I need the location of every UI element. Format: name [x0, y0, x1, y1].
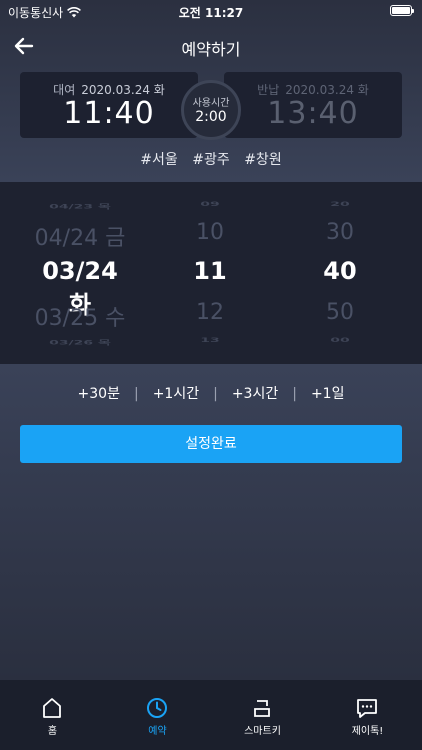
tag-seoul[interactable]: #서울 [140, 152, 178, 168]
rental-date: 2020.03.24 화 [81, 83, 165, 97]
tag-changwon[interactable]: #창원 [244, 152, 282, 168]
picker-option[interactable]: 04/23 목 [30, 202, 130, 211]
status-bar: 이동통신사 오전 11:27 [0, 0, 422, 22]
tab-chat[interactable]: 제이톡! [315, 680, 420, 750]
picker-option[interactable]: 03/26 목 [30, 338, 130, 347]
tab-reservation[interactable]: 예약 [105, 680, 210, 750]
return-date: 2020.03.24 화 [285, 83, 369, 97]
usage-time-badge: 사용시간 2:00 [181, 80, 241, 140]
add-1hour-button[interactable]: +1시간 [145, 386, 207, 402]
add-30min-button[interactable]: +30분 [70, 386, 128, 402]
confirm-button[interactable]: 설정완료 [20, 425, 402, 463]
battery-icon [390, 5, 414, 16]
nav-bar: 예약하기 [0, 30, 422, 62]
tag-gwangju[interactable]: #광주 [192, 152, 230, 168]
tab-label: 예약 [148, 726, 167, 737]
picker-selected-hour[interactable]: 11 [180, 257, 240, 285]
tab-label: 스마트키 [244, 726, 281, 737]
add-1day-button[interactable]: +1일 [303, 386, 353, 402]
date-wheel[interactable]: 04/23 목 04/24 금 03/24 화 03/25 수 03/26 목 [30, 182, 130, 364]
picker-option[interactable]: 13 [180, 336, 240, 343]
rental-time: 11:40 [63, 96, 155, 131]
chat-icon [357, 699, 377, 718]
picker-option[interactable]: 12 [180, 300, 240, 325]
picker-option[interactable]: 04/24 금 [30, 220, 130, 252]
picker-selected-minute[interactable]: 40 [310, 257, 370, 285]
datetime-picker[interactable]: 04/23 목 04/24 금 03/24 화 03/25 수 03/26 목 … [0, 182, 422, 364]
picker-option[interactable]: 09 [180, 200, 240, 207]
usage-label: 사용시간 [192, 98, 230, 109]
picker-option[interactable]: 50 [310, 300, 370, 325]
tab-label: 제이톡! [351, 726, 384, 737]
location-tags: #서울 #광주 #창원 [0, 149, 422, 169]
add-3hour-button[interactable]: +3시간 [224, 386, 286, 402]
rental-time-card[interactable]: 대여 2020.03.24 화 11:40 [20, 72, 198, 138]
picker-option[interactable]: 30 [310, 220, 370, 245]
smart-key-icon [254, 700, 270, 717]
home-icon [43, 698, 61, 718]
tab-bar: 홈 예약 스마트키 제이톡! [0, 680, 422, 750]
hour-wheel[interactable]: 09 10 11 12 13 [180, 182, 240, 364]
picker-option[interactable]: 03/25 수 [30, 300, 130, 332]
tab-label: 홈 [47, 726, 58, 737]
picker-option[interactable]: 20 [310, 200, 370, 207]
page-title: 예약하기 [181, 40, 241, 59]
minute-wheel[interactable]: 20 30 40 50 00 [310, 182, 370, 364]
tab-home[interactable]: 홈 [0, 680, 105, 750]
bottom-area: +30분 | +1시간 | +3시간 | +1일 설정완료 [0, 364, 422, 680]
usage-value: 2:00 [195, 109, 227, 125]
rental-label: 대여 [53, 83, 76, 97]
return-time: 13:40 [267, 96, 359, 131]
quick-add-buttons: +30분 | +1시간 | +3시간 | +1일 [0, 383, 422, 403]
return-time-card[interactable]: 반납 2020.03.24 화 13:40 [224, 72, 402, 138]
tab-smart-key[interactable]: 스마트키 [210, 680, 315, 750]
picker-option[interactable]: 00 [310, 336, 370, 343]
return-label: 반납 [257, 83, 280, 97]
clock-icon [147, 698, 167, 718]
picker-option[interactable]: 10 [180, 220, 240, 245]
status-time: 오전 11:27 [178, 6, 244, 20]
